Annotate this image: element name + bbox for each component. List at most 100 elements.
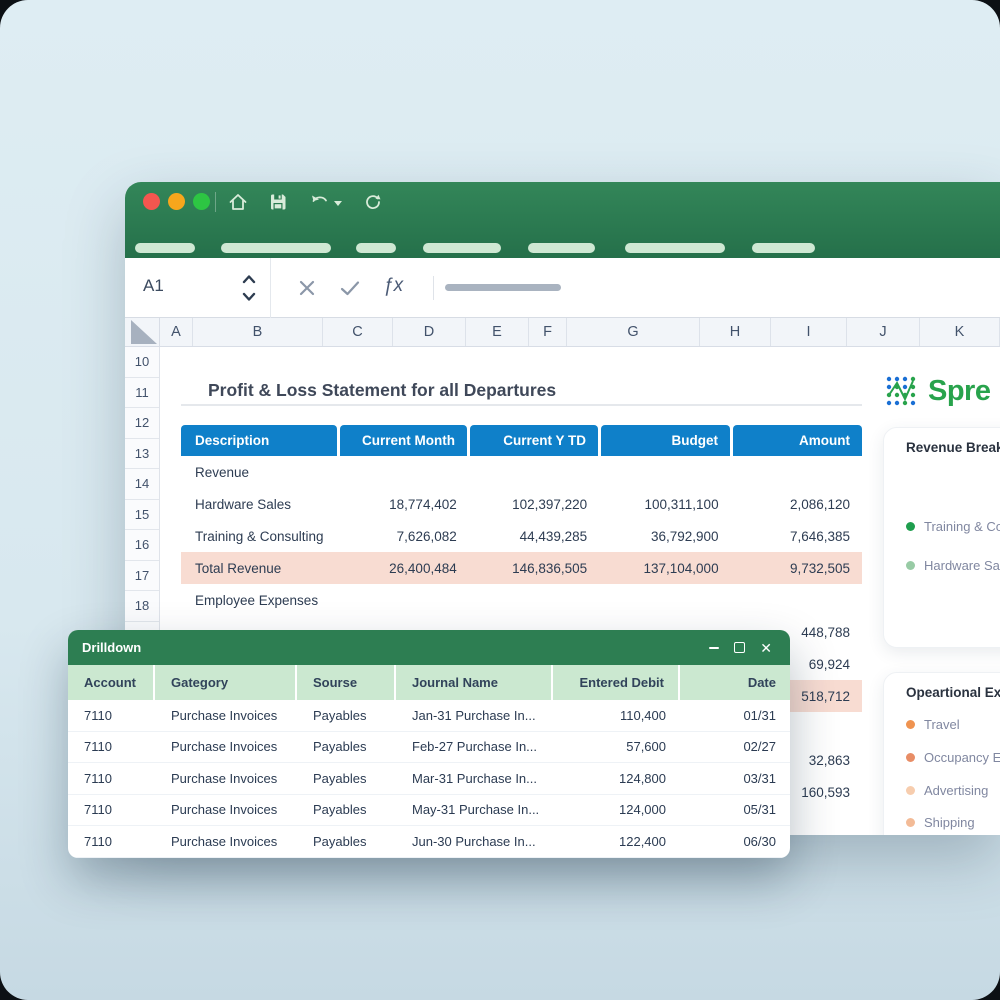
select-all-corner[interactable]: [125, 318, 160, 346]
pnl-row[interactable]: Training & Consulting7,626,08244,439,285…: [181, 520, 862, 552]
column-header-J[interactable]: J: [847, 318, 920, 346]
undo-icon: [308, 190, 332, 214]
drilldown-cell: 7110: [68, 732, 155, 763]
ribbon-tab-placeholder[interactable]: [135, 243, 195, 253]
drilldown-window: Drilldown ✕ AccountGategorySourseJournal…: [68, 630, 790, 858]
pnl-cell-value: 18,774,402: [339, 488, 468, 520]
drilldown-row[interactable]: 7110Purchase InvoicesPayablesFeb-27 Purc…: [68, 732, 790, 764]
drilldown-cell: 124,000: [553, 795, 680, 826]
legend-label: Travel: [924, 717, 960, 732]
ribbon-tab-placeholder[interactable]: [625, 243, 725, 253]
pnl-cell-label: Total Revenue: [181, 552, 339, 584]
legend-item: Hardware Sale: [906, 558, 1000, 573]
undo-button[interactable]: [308, 190, 332, 214]
ribbon-tab-placeholder[interactable]: [356, 243, 396, 253]
pnl-cell-value: 9,732,505: [731, 552, 862, 584]
column-header-A[interactable]: A: [160, 318, 193, 346]
column-header-G[interactable]: G: [567, 318, 700, 346]
drilldown-window-controls: ✕: [709, 641, 772, 655]
name-box[interactable]: A1: [143, 276, 164, 296]
row-header-12[interactable]: 12: [125, 408, 159, 439]
pnl-column-header: Current Y TD: [470, 425, 598, 456]
row-header-15[interactable]: 15: [125, 500, 159, 531]
drilldown-cell: Purchase Invoices: [155, 700, 297, 731]
pnl-cell-value: [599, 456, 730, 488]
legend-dot-icon: [906, 818, 915, 827]
pnl-cell-value: [339, 584, 468, 616]
drilldown-cell: 7110: [68, 763, 155, 794]
formula-content-placeholder: [445, 284, 561, 291]
column-header-K[interactable]: K: [920, 318, 1000, 346]
drilldown-row[interactable]: 7110Purchase InvoicesPayablesJun-30 Purc…: [68, 826, 790, 858]
row-header-13[interactable]: 13: [125, 439, 159, 470]
drilldown-cell: 57,600: [553, 732, 680, 763]
column-header-D[interactable]: D: [393, 318, 466, 346]
operational-expenses-card: Opeartional Exp TravelOccupancy ExAdvert…: [883, 672, 1000, 835]
legend-dot-icon: [906, 720, 915, 729]
card-title: Opeartional Exp: [906, 685, 1000, 700]
pnl-cell-label: Revenue: [181, 456, 339, 488]
legend-dot-icon: [906, 786, 915, 795]
formula-bar-divider-2: [433, 276, 434, 300]
pnl-cell-value: 36,792,900: [599, 520, 730, 552]
drilldown-row[interactable]: 7110Purchase InvoicesPayablesMar-31 Purc…: [68, 763, 790, 795]
row-header-14[interactable]: 14: [125, 469, 159, 500]
ribbon-tab-placeholder[interactable]: [423, 243, 501, 253]
minimize-traffic-light[interactable]: [168, 193, 185, 210]
minimize-icon[interactable]: [709, 647, 719, 649]
cancel-entry-button[interactable]: [297, 278, 317, 303]
legend-label: Shipping: [924, 815, 975, 830]
drilldown-row[interactable]: 7110Purchase InvoicesPayablesJan-31 Purc…: [68, 700, 790, 732]
pnl-row[interactable]: Total Revenue26,400,484146,836,505137,10…: [181, 552, 862, 584]
drilldown-titlebar[interactable]: Drilldown ✕: [68, 630, 790, 665]
drilldown-cell: 02/27: [680, 732, 790, 763]
legend-dot-icon: [906, 753, 915, 762]
column-header-B[interactable]: B: [193, 318, 323, 346]
drilldown-cell: Jun-30 Purchase In...: [396, 826, 553, 857]
pnl-table-header: DescriptionCurrent MonthCurrent Y TDBudg…: [181, 425, 862, 456]
drilldown-column-header[interactable]: Entered Debit: [553, 665, 680, 700]
row-header-10[interactable]: 10: [125, 347, 159, 378]
drilldown-column-header[interactable]: Date: [680, 665, 790, 700]
column-header-C[interactable]: C: [323, 318, 393, 346]
pnl-column-header: Description: [181, 425, 337, 456]
toolbar-divider: [215, 192, 216, 212]
confirm-entry-button[interactable]: [339, 278, 361, 303]
zoom-traffic-light[interactable]: [193, 193, 210, 210]
pnl-cell-label: Hardware Sales: [181, 488, 339, 520]
ribbon-tab-placeholder[interactable]: [221, 243, 331, 253]
drilldown-column-header[interactable]: Sourse: [297, 665, 396, 700]
drilldown-column-header[interactable]: Account: [68, 665, 155, 700]
drilldown-column-header[interactable]: Gategory: [155, 665, 297, 700]
close-icon[interactable]: ✕: [760, 641, 772, 655]
column-header-H[interactable]: H: [700, 318, 771, 346]
undo-dropdown-caret[interactable]: [334, 201, 342, 206]
save-button[interactable]: [266, 190, 290, 214]
column-header-F[interactable]: F: [529, 318, 567, 346]
drilldown-row[interactable]: 7110Purchase InvoicesPayablesMay-31 Purc…: [68, 795, 790, 827]
insert-function-button[interactable]: ƒx: [383, 275, 403, 297]
pnl-row[interactable]: Hardware Sales18,774,402102,397,220100,3…: [181, 488, 862, 520]
redo-button[interactable]: [361, 190, 385, 214]
page-background: A1 ƒx: [0, 0, 1000, 1000]
legend-label: Occupancy Ex: [924, 750, 1000, 765]
maximize-icon[interactable]: [734, 642, 745, 653]
row-header-11[interactable]: 11: [125, 378, 159, 409]
row-header-17[interactable]: 17: [125, 561, 159, 592]
close-traffic-light[interactable]: [143, 193, 160, 210]
pnl-row[interactable]: Revenue: [181, 456, 862, 488]
column-header-I[interactable]: I: [771, 318, 847, 346]
row-header-16[interactable]: 16: [125, 530, 159, 561]
drilldown-cell: 110,400: [553, 700, 680, 731]
legend-label: Hardware Sale: [924, 558, 1000, 573]
pnl-report-title: Profit & Loss Statement for all Departur…: [208, 380, 556, 401]
ribbon-tab-placeholder[interactable]: [752, 243, 815, 253]
pnl-row[interactable]: Employee Expenses: [181, 584, 862, 616]
name-box-stepper[interactable]: [241, 271, 257, 310]
ribbon-tab-placeholder[interactable]: [528, 243, 595, 253]
drilldown-cell: 7110: [68, 795, 155, 826]
row-header-18[interactable]: 18: [125, 591, 159, 622]
home-button[interactable]: [226, 190, 250, 214]
column-header-E[interactable]: E: [466, 318, 529, 346]
drilldown-column-header[interactable]: Journal Name: [396, 665, 553, 700]
